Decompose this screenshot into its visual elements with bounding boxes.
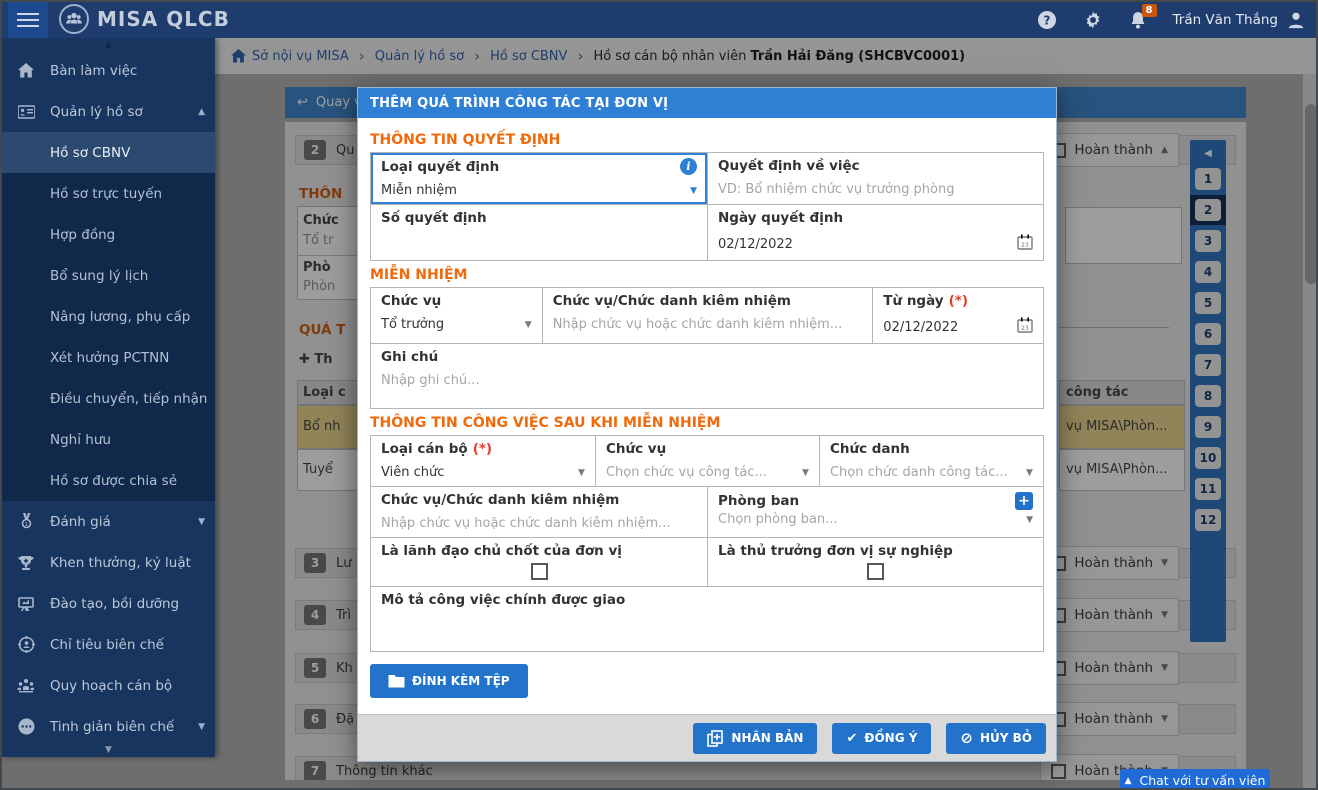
sidebar-item-online-records[interactable]: Hồ sơ trực tuyến	[2, 173, 215, 214]
decision-number-field[interactable]: Số quyết định	[371, 205, 707, 260]
hamburger-menu-icon[interactable]	[8, 2, 48, 38]
section-heading-decision: THÔNG TIN QUYẾT ĐỊNH	[370, 132, 561, 148]
duplicate-button[interactable]: NHÂN BẢN	[693, 722, 818, 754]
presentation-board-icon	[16, 596, 36, 612]
after-title-field[interactable]: Chức danh Chọn chức danh công tác... ▼	[818, 436, 1043, 486]
ok-button[interactable]: ✔ ĐỒNG Ý	[832, 722, 932, 754]
avatar-icon	[1288, 12, 1304, 29]
job-description-field[interactable]: Mô tả công việc chính được giao	[371, 587, 1043, 651]
calendar-icon[interactable]: 23	[1017, 317, 1033, 337]
decision-about-field[interactable]: Quyết định về việc VD: Bổ nhiệm chức vụ …	[707, 153, 1043, 204]
sidebar-item-training[interactable]: Đào tạo, bồi dưỡng	[2, 583, 215, 624]
add-work-process-modal: THÊM QUÁ TRÌNH CÔNG TÁC TẠI ĐƠN VỊ THÔNG…	[357, 87, 1057, 762]
notification-count-badge: 8	[1141, 3, 1157, 17]
user-name: Trần Văn Thắng	[1172, 12, 1279, 28]
sidebar-scroll-down-icon[interactable]: ▼	[2, 745, 215, 755]
dropdown-arrow-icon[interactable]: ▼	[1026, 468, 1033, 478]
sidebar-item-evaluation[interactable]: 1 Đánh giá ▼	[2, 501, 215, 542]
chevron-down-icon: ▼	[198, 721, 205, 732]
notification-bell-icon[interactable]: 8	[1129, 3, 1157, 30]
app-window: MISA QLCB ? 8 Trần Văn Thắng Sở nội vụ M…	[0, 0, 1318, 790]
modal-title: THÊM QUÁ TRÌNH CÔNG TÁC TẠI ĐƠN VỊ	[358, 88, 1056, 118]
sidebar-item-transfer[interactable]: Điều chuyển, tiếp nhận	[2, 378, 215, 419]
folder-icon	[388, 675, 405, 688]
decision-type-field[interactable]: Loại quyết định i Miễn nhiệm ▼	[371, 153, 707, 204]
sidebar: ▲ Bàn làm việc Quản lý hồ sơ ▲ Hồ sơ CBN…	[2, 38, 215, 757]
section-heading-after-dismissal: THÔNG TIN CÔNG VIỆC SAU KHI MIỄN NHIỆM	[370, 415, 721, 431]
top-bar: MISA QLCB ? 8 Trần Văn Thắng	[2, 2, 1316, 38]
dropdown-arrow-icon[interactable]: ▼	[690, 186, 697, 196]
sidebar-item-salary-allowance[interactable]: Nâng lương, phụ cấp	[2, 296, 215, 337]
dropdown-arrow-icon[interactable]: ▼	[578, 468, 585, 478]
user-menu[interactable]: Trần Văn Thắng	[1173, 10, 1307, 30]
id-card-icon	[16, 104, 36, 119]
info-icon[interactable]: i	[680, 158, 697, 175]
trophy-icon	[16, 555, 36, 571]
attach-file-button[interactable]: ĐÍNH KÈM TỆP	[370, 664, 528, 698]
dismissal-concurrent-field[interactable]: Chức vụ/Chức danh kiêm nhiệm Nhập chức v…	[541, 288, 873, 343]
svg-text:?: ?	[1043, 14, 1050, 28]
chevron-down-icon: ▼	[198, 516, 205, 527]
decision-date-field[interactable]: Ngày quyết định 02/12/2022 23	[707, 205, 1043, 260]
key-leader-field: Là lãnh đạo chủ chốt của đơn vị	[371, 538, 707, 586]
chat-support-button[interactable]: ▲ Chat với tư vấn viên	[1120, 769, 1270, 788]
sidebar-submenu: Hồ sơ CBNV Hồ sơ trực tuyến Hợp đồng Bổ …	[2, 132, 215, 501]
svg-text:23: 23	[1021, 242, 1029, 249]
cancel-button[interactable]: ⊘ HỦY BỎ	[946, 722, 1046, 754]
sidebar-item-retirement[interactable]: Nghỉ hưu	[2, 419, 215, 460]
dropdown-arrow-icon[interactable]: ▼	[525, 320, 532, 330]
dismissal-note-field[interactable]: Ghi chú Nhập ghi chú...	[371, 344, 1043, 408]
head-unit-checkbox[interactable]	[867, 563, 884, 580]
help-icon[interactable]: ?	[1037, 10, 1057, 30]
sidebar-item-staffing-quota[interactable]: Chỉ tiêu biên chế	[2, 624, 215, 665]
sidebar-item-staff-reduction[interactable]: Tinh giản biên chế ▼	[2, 706, 215, 747]
people-logo-icon	[59, 4, 89, 34]
people-group-icon	[16, 678, 36, 693]
check-icon: ✔	[846, 730, 858, 746]
dropdown-arrow-icon[interactable]: ▼	[802, 468, 809, 478]
chevron-up-icon: ▲	[1124, 775, 1132, 786]
app-logo: MISA QLCB	[59, 4, 230, 34]
dropdown-arrow-icon[interactable]: ▼	[1026, 515, 1033, 525]
add-department-button[interactable]: +	[1015, 492, 1033, 510]
sidebar-item-rewards[interactable]: Khen thưởng, kỷ luật	[2, 542, 215, 583]
sidebar-item-contracts[interactable]: Hợp đồng	[2, 214, 215, 255]
calendar-icon[interactable]: 23	[1017, 234, 1033, 254]
target-person-icon	[16, 636, 36, 653]
svg-text:1: 1	[24, 522, 28, 528]
after-position-field[interactable]: Chức vụ Chọn chức vụ công tác... ▼	[594, 436, 819, 486]
sidebar-item-shared-records[interactable]: Hồ sơ được chia sẻ	[2, 460, 215, 501]
sidebar-scroll-up-icon[interactable]: ▲	[2, 38, 215, 50]
medal-icon: 1	[16, 513, 36, 530]
staff-type-field[interactable]: Loại cán bộ (*) Viên chức ▼	[371, 436, 595, 486]
chevron-up-icon: ▲	[198, 106, 205, 117]
logo-text: MISA QLCB	[97, 7, 230, 31]
section-heading-dismissal: MIỄN NHIỆM	[370, 267, 468, 283]
sidebar-item-desktop[interactable]: Bàn làm việc	[2, 50, 215, 91]
svg-text:23: 23	[1021, 325, 1029, 332]
after-concurrent-field[interactable]: Chức vụ/Chức danh kiêm nhiệm Nhập chức v…	[371, 487, 707, 537]
head-unit-field: Là thủ trưởng đơn vị sự nghiệp	[707, 538, 1043, 586]
sidebar-item-resume-update[interactable]: Bổ sung lý lịch	[2, 255, 215, 296]
dismissal-from-date-field[interactable]: Từ ngày (*) 02/12/2022 23	[872, 288, 1043, 343]
sidebar-item-pctnn[interactable]: Xét hưởng PCTNN	[2, 337, 215, 378]
dismissal-position-field[interactable]: Chức vụ Tổ trưởng ▼	[371, 288, 542, 343]
gear-icon[interactable]	[1083, 10, 1103, 30]
sidebar-item-personnel-planning[interactable]: Quy hoạch cán bộ	[2, 665, 215, 706]
sidebar-item-record-management[interactable]: Quản lý hồ sơ ▲	[2, 91, 215, 132]
topbar-actions: ? 8 Trần Văn Thắng	[1037, 2, 1307, 38]
copy-plus-icon	[707, 729, 724, 747]
modal-body: THÔNG TIN QUYẾT ĐỊNH Loại quyết định i M…	[358, 118, 1056, 714]
modal-footer: NHÂN BẢN ✔ ĐỒNG Ý ⊘ HỦY BỎ	[358, 714, 1056, 761]
key-leader-checkbox[interactable]	[530, 563, 548, 580]
department-field[interactable]: Phòng ban + Chọn phòng ban... ▼	[707, 487, 1043, 537]
ellipsis-circle-icon	[16, 718, 36, 735]
sidebar-item-cbnv-records[interactable]: Hồ sơ CBNV	[2, 132, 215, 173]
cancel-slash-icon: ⊘	[960, 729, 973, 747]
home-icon	[16, 63, 36, 78]
